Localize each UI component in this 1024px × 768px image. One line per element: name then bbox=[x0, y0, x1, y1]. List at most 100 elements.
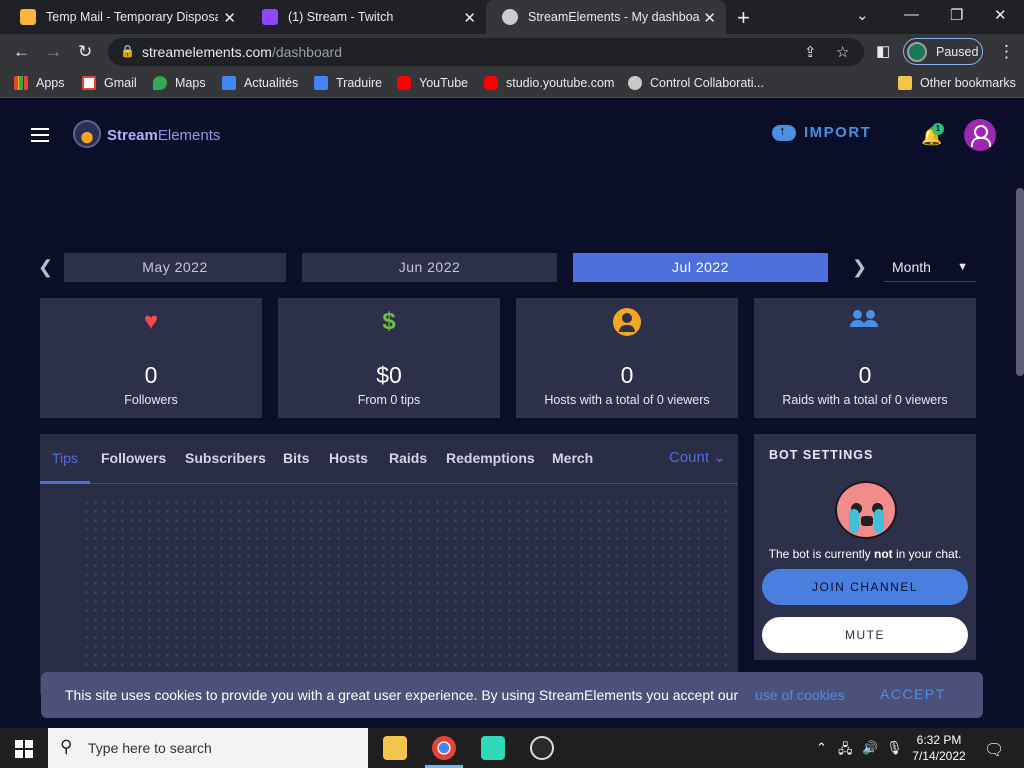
hamburger-menu-icon[interactable] bbox=[31, 128, 49, 142]
bookmark-star-icon[interactable]: ☆ bbox=[836, 43, 849, 61]
bot-status-text: The bot is currently not in your chat. bbox=[768, 547, 962, 561]
bookmark-traduire[interactable]: Traduire bbox=[314, 76, 382, 90]
system-clock[interactable]: 6:32 PM 7/14/2022 bbox=[906, 732, 972, 764]
prev-month-chevron-icon[interactable]: ❮ bbox=[38, 257, 53, 278]
cookie-policy-link[interactable]: use of cookies bbox=[755, 687, 845, 703]
stat-value: 0 bbox=[620, 362, 634, 388]
taskbar-search-input[interactable]: ⚲ Type here to search bbox=[48, 728, 368, 768]
new-tab-button[interactable]: + bbox=[737, 5, 750, 31]
tab-followers[interactable]: Followers bbox=[101, 450, 166, 466]
search-placeholder: Type here to search bbox=[88, 740, 212, 756]
forward-icon[interactable]: → bbox=[45, 42, 62, 62]
active-tab-indicator bbox=[40, 481, 90, 484]
browser-tab-twitch[interactable]: (1) Stream - Twitch ✕ bbox=[246, 0, 486, 34]
close-icon[interactable]: ✕ bbox=[223, 9, 236, 27]
notification-badge: 1 bbox=[932, 123, 944, 135]
reload-icon[interactable]: ↻ bbox=[78, 42, 92, 62]
stat-value: 0 bbox=[144, 362, 158, 388]
browser-tab-title: StreamElements - My dashboard bbox=[528, 10, 700, 24]
clock-date: 7/14/2022 bbox=[912, 749, 966, 763]
stat-caption: Hosts with a total of 0 viewers bbox=[544, 393, 710, 407]
other-bookmarks[interactable]: Other bookmarks bbox=[898, 76, 1016, 90]
streamelements-icon bbox=[502, 9, 518, 25]
tab-tips[interactable]: Tips bbox=[52, 450, 78, 466]
tab-raids[interactable]: Raids bbox=[389, 450, 427, 466]
bookmark-youtube[interactable]: YouTube bbox=[397, 76, 468, 90]
browser-tab-title: (1) Stream - Twitch bbox=[288, 10, 394, 24]
minimize-button[interactable]: — bbox=[904, 6, 919, 23]
tab-subscribers[interactable]: Subscribers bbox=[185, 450, 266, 466]
hat-icon bbox=[628, 76, 642, 90]
user-avatar[interactable] bbox=[964, 119, 996, 151]
translate-icon bbox=[314, 76, 328, 90]
heart-icon: ♥ bbox=[143, 308, 159, 335]
bookmark-actualites[interactable]: Actualités bbox=[222, 76, 298, 90]
stat-value: 0 bbox=[858, 362, 872, 388]
month-jul-2022[interactable]: Jul 2022 bbox=[573, 253, 828, 282]
browser-tab-streamelements[interactable]: StreamElements - My dashboard ✕ bbox=[486, 0, 726, 34]
stat-value: $0 bbox=[376, 362, 402, 388]
caret-down-icon: ▼ bbox=[957, 261, 968, 273]
page-scrollbar[interactable] bbox=[1016, 188, 1024, 376]
close-icon[interactable]: ✕ bbox=[463, 9, 476, 27]
bot-settings-title: BOT SETTINGS bbox=[769, 448, 874, 462]
obs-icon[interactable] bbox=[530, 736, 554, 760]
browser-tab-title: Temp Mail - Temporary Disposab bbox=[46, 10, 218, 24]
bookmark-studio-youtube[interactable]: studio.youtube.com bbox=[484, 76, 614, 90]
address-bar[interactable]: 🔒 streamelements.com/dashboard ⇪ ☆ bbox=[108, 38, 864, 66]
month-jun-2022[interactable]: Jun 2022 bbox=[302, 253, 557, 282]
close-window-button[interactable]: ✕ bbox=[994, 6, 1007, 24]
tab-merch[interactable]: Merch bbox=[552, 450, 593, 466]
menu-icon[interactable]: ⋮ bbox=[998, 42, 1015, 62]
file-explorer-icon[interactable] bbox=[383, 736, 407, 760]
bot-settings-panel: BOT SETTINGS The bot is currently not in… bbox=[754, 434, 976, 660]
stat-caption: Followers bbox=[124, 393, 178, 407]
month-may-2022[interactable]: May 2022 bbox=[64, 253, 286, 282]
windows-taskbar: ⚲ Type here to search ⌃ 🖧 🔊 🎙 6:32 PM 7/… bbox=[0, 728, 1024, 768]
logo-text[interactable]: StreamElements bbox=[107, 127, 220, 144]
tab-search-icon[interactable]: ⌄ bbox=[856, 6, 869, 24]
accept-cookies-button[interactable]: ACCEPT bbox=[880, 686, 946, 702]
profile-label: Paused bbox=[936, 45, 979, 59]
import-button[interactable]: IMPORT bbox=[772, 123, 871, 141]
share-icon[interactable]: ⇪ bbox=[804, 43, 817, 61]
count-select[interactable]: Count ⌄ bbox=[669, 448, 726, 466]
stat-card-followers: ♥ 0 Followers bbox=[40, 298, 262, 418]
bookmark-control-collaboration[interactable]: Control Collaborati... bbox=[628, 76, 764, 90]
activity-panel: Tips Followers Subscribers Bits Hosts Ra… bbox=[40, 434, 738, 694]
activity-chart-area bbox=[82, 498, 728, 688]
period-select[interactable]: Month ▼ bbox=[884, 253, 976, 282]
bookmark-maps[interactable]: Maps bbox=[153, 76, 206, 90]
back-icon[interactable]: ← bbox=[13, 42, 30, 62]
tab-hosts[interactable]: Hosts bbox=[329, 450, 368, 466]
streamlabs-icon[interactable] bbox=[481, 736, 505, 760]
windows-start-icon[interactable] bbox=[15, 740, 33, 758]
streamelements-logo[interactable] bbox=[73, 120, 101, 148]
twitch-icon bbox=[262, 9, 278, 25]
gmail-icon bbox=[82, 76, 96, 90]
join-channel-button[interactable]: JOIN CHANNEL bbox=[762, 569, 968, 605]
bookmark-gmail[interactable]: Gmail bbox=[82, 76, 137, 90]
user-circle-icon bbox=[516, 308, 738, 343]
next-month-chevron-icon[interactable]: ❯ bbox=[852, 257, 867, 278]
browser-tab-tempmail[interactable]: Temp Mail - Temporary Disposab ✕ bbox=[4, 0, 246, 34]
tab-redemptions[interactable]: Redemptions bbox=[446, 450, 535, 466]
notifications-icon[interactable]: 🗨 bbox=[984, 740, 1004, 760]
stat-card-hosts: 0 Hosts with a total of 0 viewers bbox=[516, 298, 738, 418]
side-panel-icon[interactable]: ◧ bbox=[876, 42, 890, 60]
volume-icon[interactable]: 🔊 bbox=[862, 740, 878, 756]
sad-bot-icon bbox=[835, 481, 897, 539]
chrome-icon[interactable] bbox=[432, 736, 456, 760]
mute-button[interactable]: MUTE bbox=[762, 617, 968, 653]
restore-button[interactable]: ❐ bbox=[950, 6, 963, 24]
profile-button[interactable]: Paused bbox=[903, 38, 983, 65]
cookie-banner: This site uses cookies to provide you wi… bbox=[41, 672, 983, 718]
microphone-icon[interactable]: 🎙 bbox=[886, 740, 903, 756]
bookmarks-bar: Apps Gmail Maps Actualités Traduire YouT… bbox=[0, 70, 1024, 98]
chevron-up-icon[interactable]: ⌃ bbox=[816, 740, 827, 756]
tab-bits[interactable]: Bits bbox=[283, 450, 309, 466]
maps-icon bbox=[153, 76, 167, 90]
bookmark-apps[interactable]: Apps bbox=[14, 76, 65, 90]
network-icon[interactable]: 🖧 bbox=[838, 740, 853, 762]
close-icon[interactable]: ✕ bbox=[703, 9, 716, 27]
